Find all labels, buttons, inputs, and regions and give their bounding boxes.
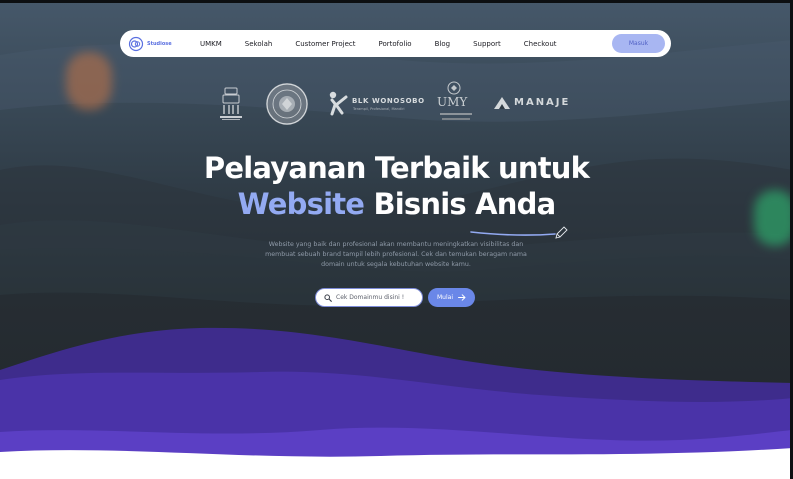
search-placeholder: Cek Domainmu disini ! <box>336 294 405 301</box>
nav-link-sekolah[interactable]: Sekolah <box>245 40 273 48</box>
hero-section: Studiose UMKM Sekolah Customer Project P… <box>0 0 793 479</box>
start-button[interactable]: Mulai <box>428 288 475 307</box>
nav-link-blog[interactable]: Blog <box>435 40 450 48</box>
umy-emblem-icon <box>447 81 461 95</box>
hero-title-line2: Website Bisnis Anda <box>0 186 793 222</box>
hero-title-line1: Pelayanan Terbaik untuk <box>203 151 590 185</box>
partner-logos: BLK WONOSOBO Terampil, Profesional, Mand… <box>0 78 793 128</box>
pencil-icon <box>555 226 568 239</box>
umy-logo-name: UMY <box>437 95 468 109</box>
partner-seal-logo <box>266 83 308 125</box>
window-frame-top <box>0 0 793 3</box>
arrow-right-icon <box>458 294 466 301</box>
manaje-logo-name: MANAJE <box>514 97 571 108</box>
brand-mark-icon <box>128 36 144 51</box>
navbar: Studiose UMKM Sekolah Customer Project P… <box>120 30 671 57</box>
search-icon <box>324 293 332 302</box>
nav-link-checkout[interactable]: Checkout <box>524 40 557 48</box>
nav-link-support[interactable]: Support <box>473 40 501 48</box>
login-button[interactable]: Masuk <box>612 34 665 53</box>
start-button-label: Mulai <box>437 294 453 301</box>
nav-link-umkm[interactable]: UMKM <box>200 40 222 48</box>
nav-link-portofolio[interactable]: Portofolio <box>379 40 412 48</box>
blk-logo-tagline: Terampil, Profesional, Mandiri <box>353 107 405 111</box>
hero-description-line: domain untuk segala kebutuhan website ka… <box>321 261 471 268</box>
domain-search-input[interactable]: Cek Domainmu disini ! <box>315 288 423 307</box>
hero-title: Pelayanan Terbaik untuk Website Bisnis A… <box>0 150 793 222</box>
blk-logo-name: BLK WONOSOBO <box>352 97 425 105</box>
umy-caption-line <box>442 118 470 120</box>
blk-figure-icon <box>329 91 348 116</box>
partner-emblem-logo <box>220 87 242 120</box>
umy-caption-line <box>440 113 472 115</box>
hero-description: Website yang baik dan profesional akan m… <box>236 240 556 270</box>
hero-title-accent: Website <box>237 187 365 221</box>
nav-link-customer-project[interactable]: Customer Project <box>295 40 355 48</box>
hero-description-line: Website yang baik dan profesional akan m… <box>268 241 524 248</box>
brand-logo[interactable]: Studiose <box>128 36 186 52</box>
hero-title-rest: Bisnis Anda <box>364 187 556 221</box>
underline-decoration <box>470 226 568 239</box>
manaje-mark-icon <box>494 97 510 109</box>
brand-name: Studiose <box>147 40 172 47</box>
nav-links: UMKM Sekolah Customer Project Portofolio… <box>194 40 557 48</box>
hero-description-line: membuat sebuah brand tampil lebih profes… <box>265 251 527 258</box>
